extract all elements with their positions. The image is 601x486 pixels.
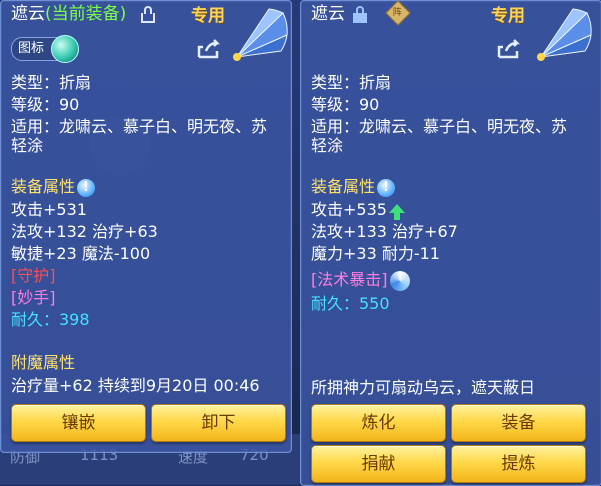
info-icon[interactable]: ! — [377, 178, 396, 197]
refine-button[interactable]: 炼化 — [311, 404, 446, 442]
item-name: 遮云 — [311, 4, 345, 24]
equipped-item-panel: 遮云(当前装备) 专用 图标 类型：折扇 等级：90 适用：龙啸云、慕子白、明无… — [0, 0, 292, 453]
attributes-header: 装备属性! — [11, 177, 96, 197]
item-name: 遮云 — [11, 4, 45, 24]
compare-item-panel: 遮云 阵 专用 类型：折扇 等级：90 适用：龙啸云、慕子白、明无夜、苏 轻涂 … — [300, 0, 601, 486]
skill-tag-label: [法术暴击] — [311, 270, 388, 289]
item-suitable-cont: 轻涂 — [11, 136, 44, 155]
attributes-header: 装备属性! — [311, 177, 396, 197]
item-type: 类型：折扇 — [311, 73, 392, 92]
unequip-button[interactable]: 卸下 — [151, 404, 286, 442]
stat-line-3: 魔力+33 耐力-11 — [311, 244, 440, 263]
folding-fan-icon — [533, 5, 593, 65]
stat-line-3: 敏捷+23 魔法-100 — [11, 244, 151, 263]
share-icon[interactable] — [497, 39, 521, 59]
stat-line-2: 法攻+132 治疗+63 — [11, 222, 158, 241]
enchant-line: 治疗量+62 持续到9月20日 00:46 — [11, 376, 260, 395]
item-suitable: 适用：龙啸云、慕子白、明无夜、苏 — [311, 117, 568, 136]
inlay-button[interactable]: 镶嵌 — [11, 404, 146, 442]
durability: 耐久：550 — [311, 294, 390, 313]
folding-fan-icon — [229, 5, 289, 65]
special-label: 专用 — [491, 6, 525, 26]
stat-attack: 攻击+535 — [311, 200, 387, 219]
item-level: 等级：90 — [311, 95, 380, 114]
special-label: 专用 — [191, 6, 225, 26]
item-type: 类型：折扇 — [11, 73, 92, 92]
enchant-header: 附魔属性 — [11, 353, 76, 372]
share-icon[interactable] — [197, 39, 221, 59]
item-suitable-cont: 轻涂 — [311, 136, 344, 155]
stat-line-1: 攻击+535 — [311, 200, 405, 220]
durability: 耐久：398 — [11, 310, 90, 329]
item-level: 等级：90 — [11, 95, 80, 114]
tag-guard: [守护] — [11, 266, 56, 285]
badge-text: 阵 — [392, 8, 402, 19]
orb-icon — [51, 35, 79, 63]
formation-badge-icon: 阵 — [385, 0, 411, 26]
stat-line-1: 攻击+531 — [11, 200, 87, 219]
info-icon[interactable]: ! — [77, 178, 96, 197]
extract-button[interactable]: 提炼 — [451, 445, 586, 483]
item-title: 遮云(当前装备) — [11, 4, 126, 24]
donate-button[interactable]: 捐献 — [311, 445, 446, 483]
lock-icon[interactable] — [353, 6, 367, 23]
unlock-icon[interactable] — [141, 6, 155, 23]
refresh-swirl-icon[interactable] — [389, 270, 410, 291]
attributes-header-label: 装备属性 — [311, 177, 376, 196]
item-suitable: 适用：龙啸云、慕子白、明无夜、苏 — [11, 117, 268, 136]
attributes-header-label: 装备属性 — [11, 177, 76, 196]
stat-line-2: 法攻+133 治疗+67 — [311, 222, 458, 241]
tag-skillful: [妙手] — [11, 288, 56, 307]
increase-arrow-icon — [388, 204, 405, 220]
item-description: 所拥神力可扇动乌云，遮天蔽日 — [311, 378, 536, 397]
equipped-tag: (当前装备) — [45, 4, 127, 24]
equip-button[interactable]: 装备 — [451, 404, 586, 442]
skill-tag: [法术暴击] — [311, 270, 410, 291]
